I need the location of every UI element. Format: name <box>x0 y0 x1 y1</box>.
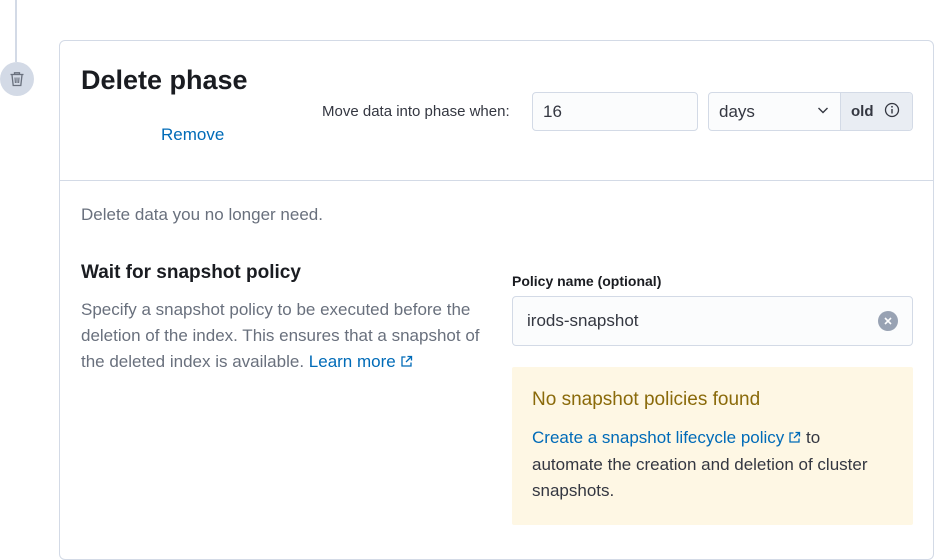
age-unit-label: days <box>719 101 755 121</box>
snapshot-help-text: Specify a snapshot policy to be executed… <box>81 300 480 371</box>
learn-more-link[interactable]: Learn more <box>309 352 413 371</box>
external-link-icon <box>400 350 413 376</box>
remove-button[interactable]: Remove <box>161 125 224 145</box>
age-suffix: old <box>841 93 912 130</box>
phase-header: Delete phase Remove Move data into phase… <box>60 41 933 181</box>
no-policies-callout: No snapshot policies found Create a snap… <box>512 367 913 525</box>
phase-age-input[interactable]: 16 <box>532 92 698 131</box>
policy-name-input[interactable]: irods-snapshot <box>512 296 913 346</box>
snapshot-section-title: Wait for snapshot policy <box>81 262 301 283</box>
delete-phase-panel: Delete phase Remove Move data into phase… <box>59 40 934 560</box>
info-icon[interactable] <box>884 102 900 122</box>
age-unit-value[interactable]: days <box>709 93 841 130</box>
learn-more-line2: more <box>357 352 396 371</box>
phase-title: Delete phase <box>81 65 248 95</box>
policy-name-value: irods-snapshot <box>527 311 639 330</box>
age-suffix-label: old <box>851 103 874 120</box>
callout-text: Create a snapshot lifecycle policy to au… <box>532 425 893 504</box>
create-policy-link[interactable]: Create a snapshot lifecycle policy <box>532 428 801 447</box>
move-data-label: Move data into phase when: <box>322 103 510 120</box>
snapshot-section-text: Specify a snapshot policy to be executed… <box>81 297 491 376</box>
callout-title: No snapshot policies found <box>532 389 761 410</box>
phase-description: Delete data you no longer need. <box>81 205 323 224</box>
learn-more-line1: Learn <box>308 352 353 371</box>
clear-icon[interactable] <box>878 311 898 331</box>
trash-icon <box>0 62 34 96</box>
create-policy-link-label: Create a snapshot lifecycle policy <box>532 428 785 447</box>
chevron-down-icon <box>816 102 830 122</box>
timeline-connector <box>15 0 17 62</box>
age-unit-select[interactable]: days old <box>708 92 913 131</box>
external-link-icon <box>788 426 801 452</box>
policy-name-label: Policy name (optional) <box>512 273 662 289</box>
